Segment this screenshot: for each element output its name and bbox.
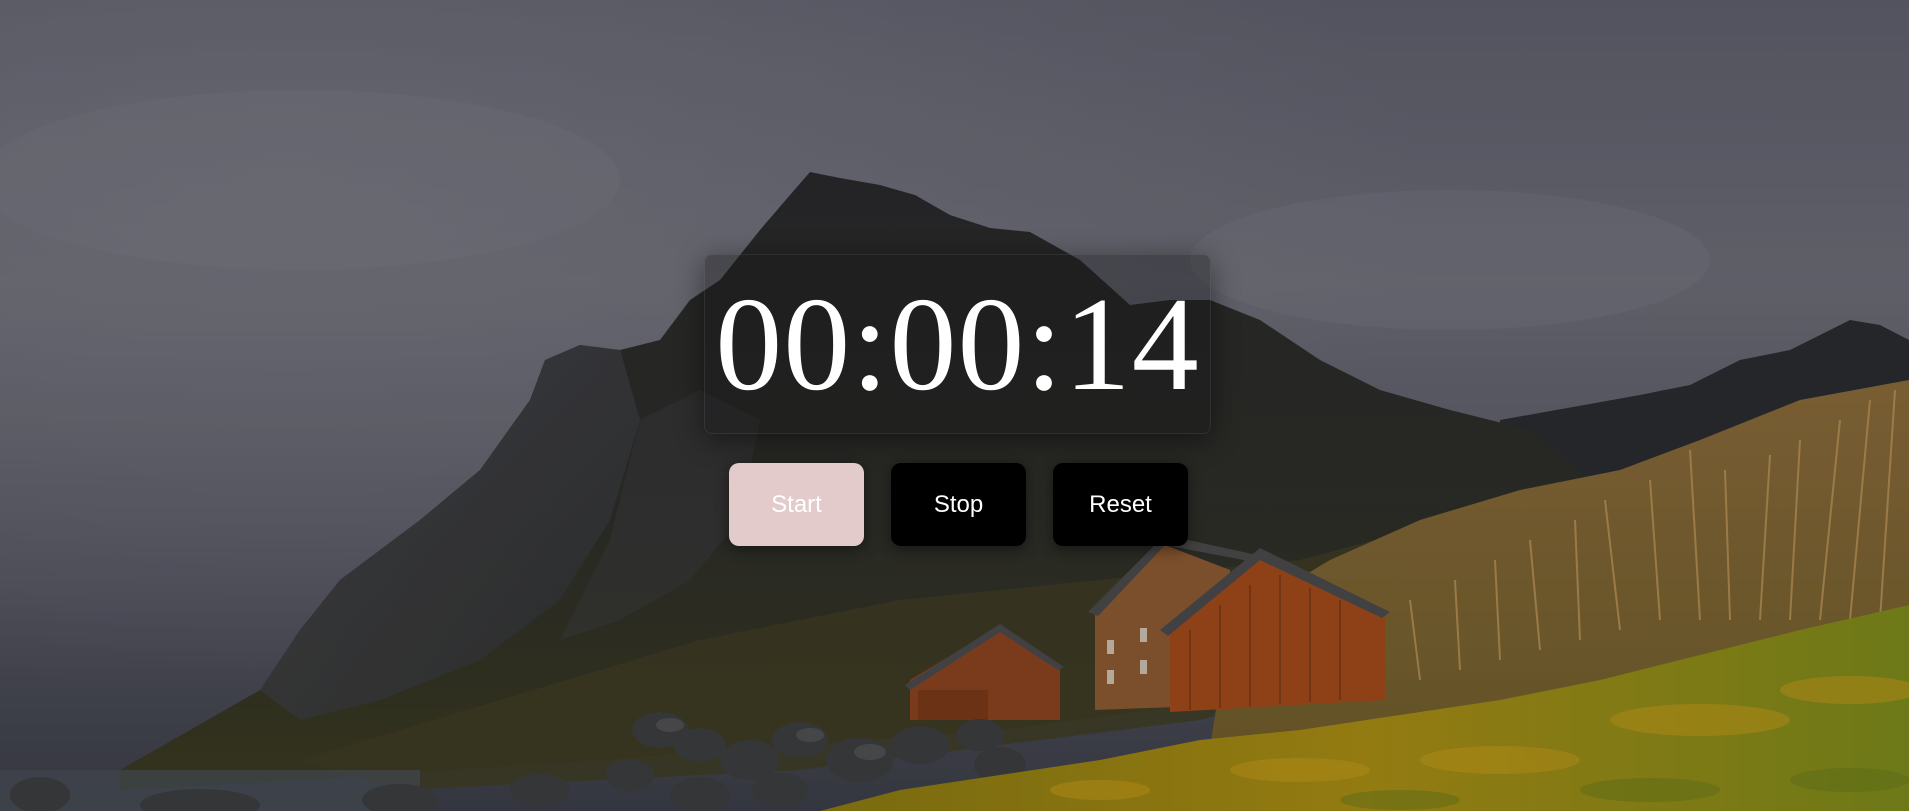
timer-controls: Start Stop Reset bbox=[729, 463, 1189, 546]
stop-button[interactable]: Stop bbox=[891, 463, 1026, 546]
timer-readout: 00:00:14 bbox=[715, 270, 1200, 418]
start-button[interactable]: Start bbox=[729, 463, 864, 546]
reset-button[interactable]: Reset bbox=[1053, 463, 1188, 546]
timer-display-panel: 00:00:14 bbox=[704, 254, 1211, 434]
